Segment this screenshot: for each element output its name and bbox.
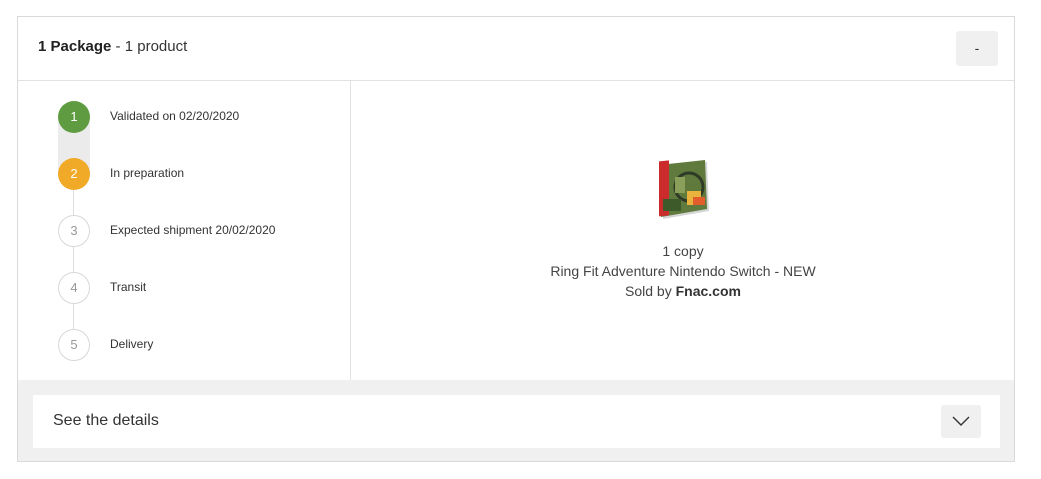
step-validated: 1 Validated on 02/20/2020 [58,101,348,133]
sold-by-prefix: Sold by [625,283,676,299]
product-name[interactable]: Ring Fit Adventure Nintendo Switch - NEW [542,261,824,281]
step-label: Delivery [110,337,154,351]
step-number: 3 [58,215,90,247]
see-details-toggle[interactable]: See the details [33,395,1000,448]
step-expected-shipment: 3 Expected shipment 20/02/2020 [58,215,348,247]
step-preparation: 2 In preparation [58,158,348,190]
step-number: 5 [58,329,90,361]
package-title: 1 Package - 1 product [38,38,187,55]
product-seller-line: Sold by Fnac.com [542,281,824,301]
step-label: Validated on 02/20/2020 [110,109,240,123]
timeline-line [73,181,74,341]
step-delivery: 5 Delivery [58,329,348,361]
chevron-down-icon [952,416,970,426]
step-number: 4 [58,272,90,304]
collapse-button[interactable]: - [956,31,998,66]
step-number: 1 [58,101,90,133]
details-section: See the details [18,380,1014,461]
seller-name: Fnac.com [675,283,741,299]
step-number: 2 [58,158,90,190]
step-label: Transit [110,280,147,294]
package-count: 1 Package [38,38,112,55]
step-transit: 4 Transit [58,272,348,304]
product-panel: 1 copy Ring Fit Adventure Nintendo Switc… [351,81,1014,380]
see-details-label: See the details [53,412,159,429]
title-separator: - [111,38,125,55]
expand-details-button[interactable] [941,405,981,438]
product-count: 1 product [124,38,188,55]
product-image[interactable] [653,159,713,221]
order-status-timeline: 1 Validated on 02/20/2020 2 In preparati… [18,81,351,380]
package-card: 1 Package - 1 product - 1 Validated on 0… [17,16,1015,462]
product-quantity: 1 copy [662,243,704,259]
step-label: Expected shipment 20/02/2020 [110,223,276,237]
product-info: 1 copy Ring Fit Adventure Nintendo Switc… [542,241,824,301]
product-box-image [659,160,709,219]
step-label: In preparation [110,166,185,180]
package-header: 1 Package - 1 product - [18,17,1014,81]
